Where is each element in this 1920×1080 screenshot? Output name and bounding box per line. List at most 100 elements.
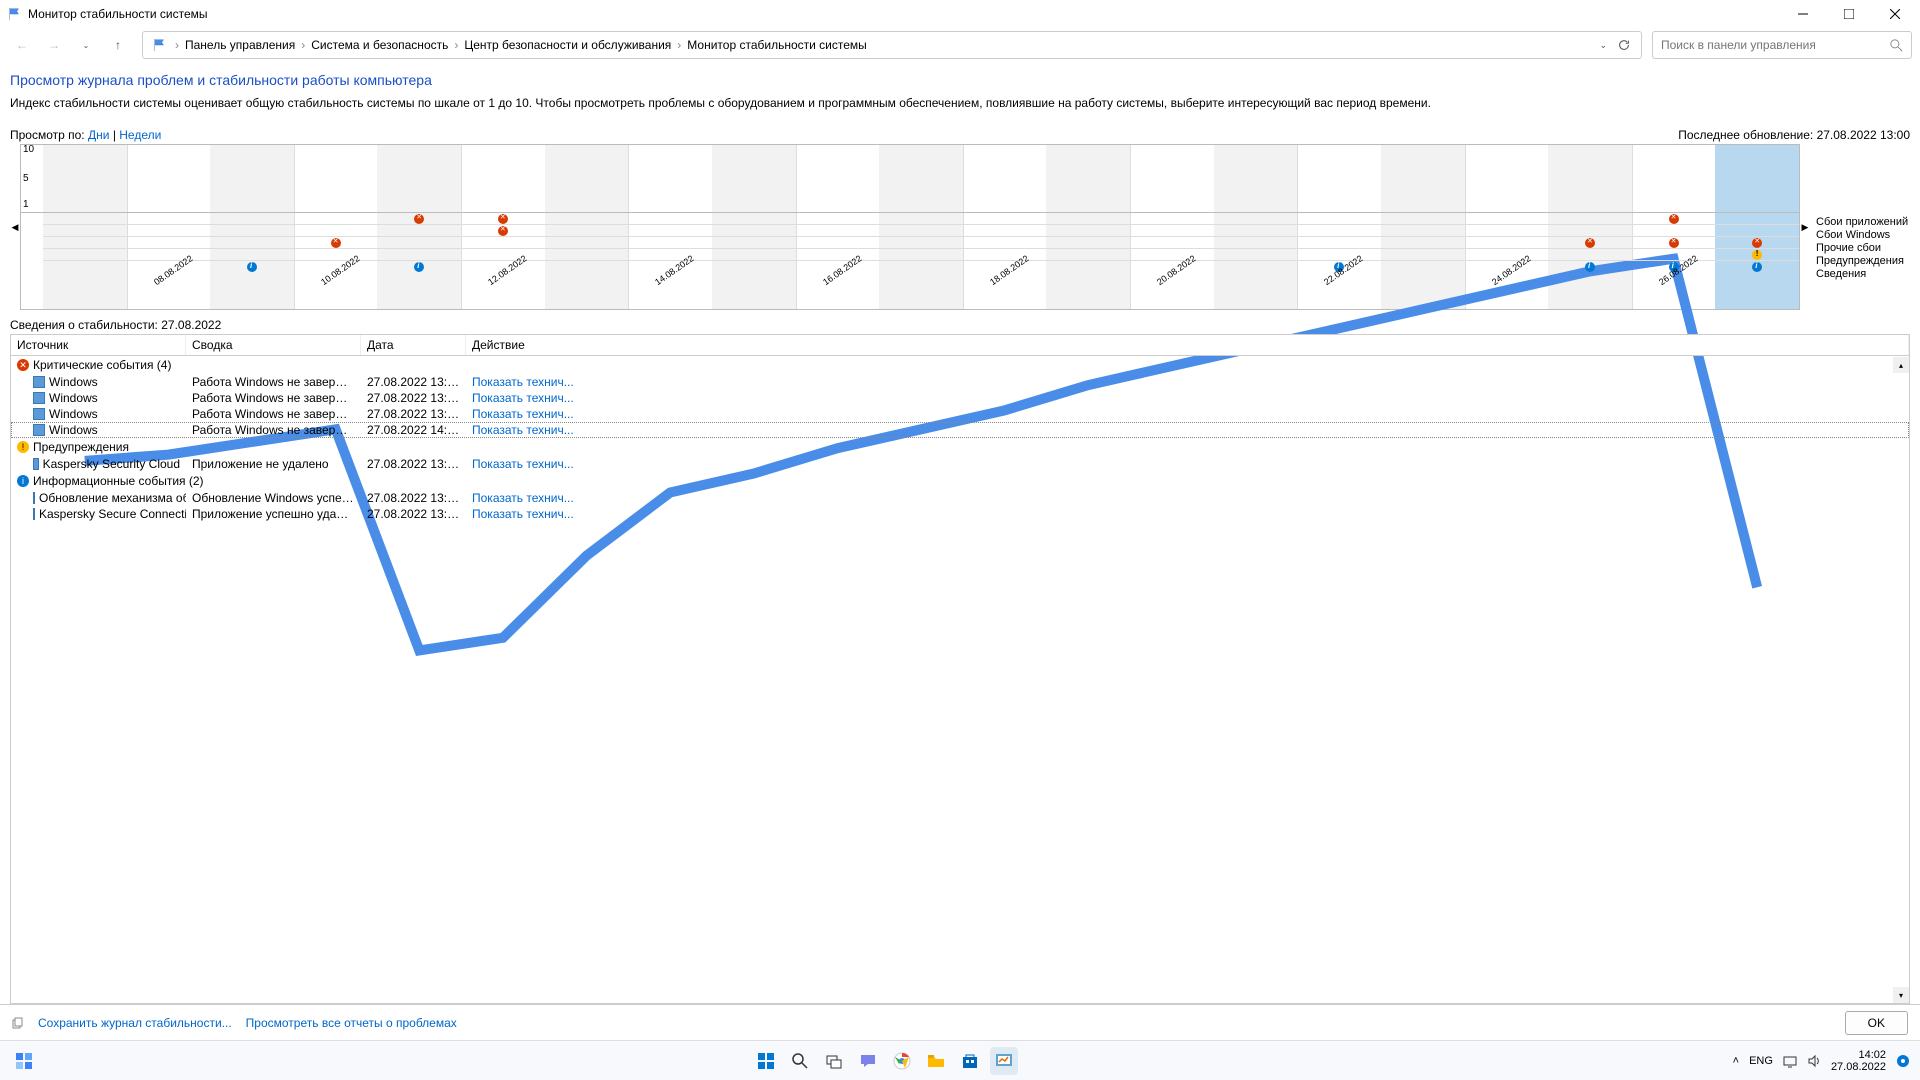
- explorer-icon[interactable]: [922, 1047, 950, 1075]
- col-date[interactable]: Дата: [361, 335, 466, 355]
- breadcrumb-item[interactable]: Центр безопасности и обслуживания: [460, 38, 675, 52]
- tray-notifications-icon[interactable]: [1896, 1054, 1910, 1068]
- search-icon[interactable]: [1890, 39, 1903, 52]
- event-row-windows_failures: [43, 225, 1799, 237]
- refresh-icon[interactable]: [1617, 38, 1631, 52]
- tray-volume-icon[interactable]: [1807, 1054, 1821, 1068]
- breadcrumb-item[interactable]: Монитор стабильности системы: [683, 38, 871, 52]
- store-icon[interactable]: [956, 1047, 984, 1075]
- view-all-reports-link[interactable]: Просмотреть все отчеты о проблемах: [246, 1016, 457, 1030]
- save-log-link[interactable]: Сохранить журнал стабильности...: [38, 1016, 232, 1030]
- err-icon: ✕: [17, 359, 29, 371]
- table-row[interactable]: Kaspersky Security CloudПриложение не уд…: [11, 456, 1909, 472]
- breadcrumb-item[interactable]: Панель управления: [181, 38, 299, 52]
- warn-marker-icon[interactable]: [1752, 250, 1762, 260]
- search-box[interactable]: [1652, 31, 1912, 59]
- start-icon[interactable]: [752, 1047, 780, 1075]
- copy-icon: [12, 1017, 24, 1029]
- table-row[interactable]: Kaspersky Secure ConnectionПриложение ус…: [11, 506, 1909, 522]
- y-axis-5: 5: [23, 173, 29, 184]
- minimize-button[interactable]: [1780, 0, 1826, 28]
- close-button[interactable]: [1872, 0, 1918, 28]
- group-header[interactable]: !Предупреждения: [11, 438, 1909, 456]
- back-button[interactable]: ←: [8, 31, 36, 59]
- legend-item: Прочие сбои: [1816, 242, 1910, 255]
- page-description: Индекс стабильности системы оценивает об…: [10, 96, 1910, 110]
- system-tray: ˄ ENG 14:0227.08.2022: [1733, 1049, 1910, 1073]
- app-icon: [33, 408, 45, 420]
- chevron-right-icon[interactable]: ›: [173, 38, 181, 52]
- info-marker-icon[interactable]: [247, 262, 257, 272]
- chart-legend: Сбои приложенийСбои WindowsПрочие сбоиПр…: [1810, 144, 1910, 310]
- group-header[interactable]: ✕Критические события (4): [11, 356, 1909, 374]
- info-marker-icon[interactable]: [1585, 262, 1595, 272]
- scroll-up-icon[interactable]: ▴: [1893, 357, 1909, 373]
- y-axis-10: 10: [23, 144, 34, 155]
- table-header: Источник Сводка Дата Действие: [11, 335, 1909, 356]
- show-details-link[interactable]: Показать технич...: [466, 507, 1909, 521]
- legend-item: Сбои Windows: [1816, 229, 1910, 242]
- ok-button[interactable]: OK: [1845, 1011, 1908, 1035]
- view-by-label: Просмотр по:: [10, 128, 85, 142]
- up-button[interactable]: ↑: [104, 31, 132, 59]
- show-details-link[interactable]: Показать технич...: [466, 491, 1909, 505]
- legend-item: Предупреждения: [1816, 255, 1910, 268]
- err-marker-icon[interactable]: [1669, 214, 1679, 224]
- table-row[interactable]: WindowsРабота Windows не завершена долж……: [11, 390, 1909, 406]
- show-details-link[interactable]: Показать технич...: [466, 375, 1909, 389]
- err-marker-icon[interactable]: [331, 238, 341, 248]
- tray-chevron-icon[interactable]: ˄: [1733, 1055, 1739, 1067]
- chat-icon[interactable]: [854, 1047, 882, 1075]
- addr-flag-icon: [153, 38, 167, 52]
- tray-lang[interactable]: ENG: [1749, 1055, 1773, 1067]
- tray-clock[interactable]: 14:0227.08.2022: [1831, 1049, 1886, 1073]
- tray-network-icon[interactable]: [1783, 1054, 1797, 1068]
- breadcrumb-item[interactable]: Система и безопасность: [307, 38, 452, 52]
- view-weeks-link[interactable]: Недели: [119, 128, 161, 142]
- maximize-button[interactable]: [1826, 0, 1872, 28]
- search-input[interactable]: [1661, 38, 1890, 52]
- view-row: Просмотр по: Дни | Недели Последнее обно…: [10, 128, 1910, 142]
- app-icon: [33, 508, 35, 520]
- warn-icon: !: [17, 441, 29, 453]
- err-marker-icon[interactable]: [1669, 238, 1679, 248]
- err-marker-icon[interactable]: [498, 214, 508, 224]
- app-icon: [33, 392, 45, 404]
- err-marker-icon[interactable]: [414, 214, 424, 224]
- info-marker-icon[interactable]: [414, 262, 424, 272]
- widgets-icon[interactable]: [10, 1047, 38, 1075]
- show-details-link[interactable]: Показать технич...: [466, 407, 1909, 421]
- forward-button[interactable]: →: [40, 31, 68, 59]
- view-days-link[interactable]: Дни: [88, 128, 109, 142]
- col-action[interactable]: Действие: [466, 335, 1909, 355]
- details-table: Источник Сводка Дата Действие ✕Критическ…: [10, 334, 1910, 1004]
- err-marker-icon[interactable]: [498, 226, 508, 236]
- chrome-icon[interactable]: [888, 1047, 916, 1075]
- table-row[interactable]: WindowsРабота Windows не завершена долж……: [11, 374, 1909, 390]
- err-marker-icon[interactable]: [1752, 238, 1762, 248]
- addr-dropdown-icon[interactable]: ⌄: [1599, 40, 1607, 51]
- app-flag-icon: [8, 7, 22, 21]
- chart-box[interactable]: 10 5 1 08.08.202210.08.202212.08.202214.…: [20, 144, 1800, 310]
- show-details-link[interactable]: Показать технич...: [466, 423, 1909, 437]
- chart-scroll-left[interactable]: ◀: [10, 144, 20, 310]
- show-details-link[interactable]: Показать технич...: [466, 457, 1909, 471]
- chart-scroll-right[interactable]: ▶: [1800, 144, 1810, 310]
- scroll-down-icon[interactable]: ▾: [1893, 987, 1909, 1003]
- taskview-icon[interactable]: [820, 1047, 848, 1075]
- taskbar-search-icon[interactable]: [786, 1047, 814, 1075]
- col-source[interactable]: Источник: [11, 335, 186, 355]
- reliability-monitor-taskbar-icon[interactable]: [990, 1047, 1018, 1075]
- show-details-link[interactable]: Показать технич...: [466, 391, 1909, 405]
- err-marker-icon[interactable]: [1585, 238, 1595, 248]
- group-header[interactable]: iИнформационные события (2): [11, 472, 1909, 490]
- titlebar: Монитор стабильности системы: [0, 0, 1920, 28]
- table-row[interactable]: Обновление механизма обнару…Обновление W…: [11, 490, 1909, 506]
- table-row[interactable]: WindowsРабота Windows не завершена долж……: [11, 406, 1909, 422]
- recent-dropdown[interactable]: ⌄: [72, 31, 100, 59]
- table-row[interactable]: WindowsРабота Windows не завершена долж……: [11, 422, 1909, 438]
- content-area: Просмотр журнала проблем и стабильности …: [0, 62, 1920, 1004]
- info-marker-icon[interactable]: [1752, 262, 1762, 272]
- address-bar[interactable]: › Панель управления›Система и безопаснос…: [142, 31, 1642, 59]
- col-summary[interactable]: Сводка: [186, 335, 361, 355]
